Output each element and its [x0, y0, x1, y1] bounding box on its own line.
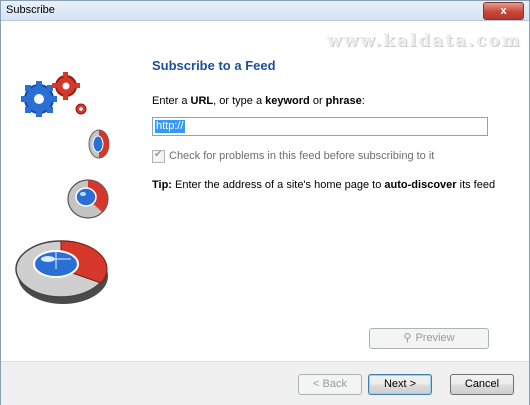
tip-body: Enter the address of a site's home page …	[171, 179, 385, 191]
prompt-keyword: keyword	[265, 95, 310, 107]
prompt-url-keyword: URL	[190, 95, 214, 107]
url-prompt: Enter a URL, or type a keyword or phrase…	[152, 95, 365, 107]
checkmark-icon: ✔	[154, 148, 163, 160]
prompt-phrase: phrase	[325, 95, 362, 107]
red-gear-icon	[52, 72, 80, 100]
tip-body: its feed	[456, 179, 496, 191]
preview-button[interactable]: ⚲ Preview	[369, 328, 489, 349]
tip-emphasis: auto-discover	[384, 179, 457, 191]
preview-label: Preview	[415, 332, 455, 344]
subscribe-dialog: Subscribe x www.kaldata.com Subscribe to…	[0, 0, 530, 405]
prompt-text: , or type a	[213, 95, 266, 107]
small-disc-icon	[88, 129, 110, 159]
url-input[interactable]: http://	[152, 117, 488, 136]
tip-label: Tip:	[152, 179, 172, 191]
close-button[interactable]: x	[483, 2, 524, 20]
medium-disc-icon	[67, 179, 109, 219]
check-problems-row: ✔ Check for problems in this feed before…	[152, 149, 434, 163]
check-problems-checkbox[interactable]: ✔	[152, 148, 165, 163]
prompt-text: :	[361, 95, 365, 107]
url-input-value: http://	[155, 120, 185, 133]
large-disc-icon	[15, 240, 108, 304]
back-button[interactable]: < Back	[298, 374, 362, 395]
tip-text: Tip: Enter the address of a site's home …	[152, 179, 495, 191]
next-button[interactable]: Next >	[368, 374, 432, 395]
prompt-text: Enter a	[152, 95, 191, 107]
feed-illustration	[15, 72, 110, 304]
magnifier-icon: ⚲	[403, 332, 412, 344]
prompt-text: or	[309, 95, 326, 107]
cancel-button[interactable]: Cancel	[450, 374, 514, 395]
window-title: Subscribe	[6, 4, 55, 16]
title-bar[interactable]: Subscribe x	[1, 1, 529, 21]
watermark: www.kaldata.com	[327, 31, 522, 51]
small-red-gear-icon	[75, 103, 87, 115]
close-icon: x	[500, 5, 507, 17]
blue-gear-icon	[21, 81, 57, 117]
check-problems-label: Check for problems in this feed before s…	[169, 150, 435, 162]
page-heading: Subscribe to a Feed	[152, 58, 276, 73]
